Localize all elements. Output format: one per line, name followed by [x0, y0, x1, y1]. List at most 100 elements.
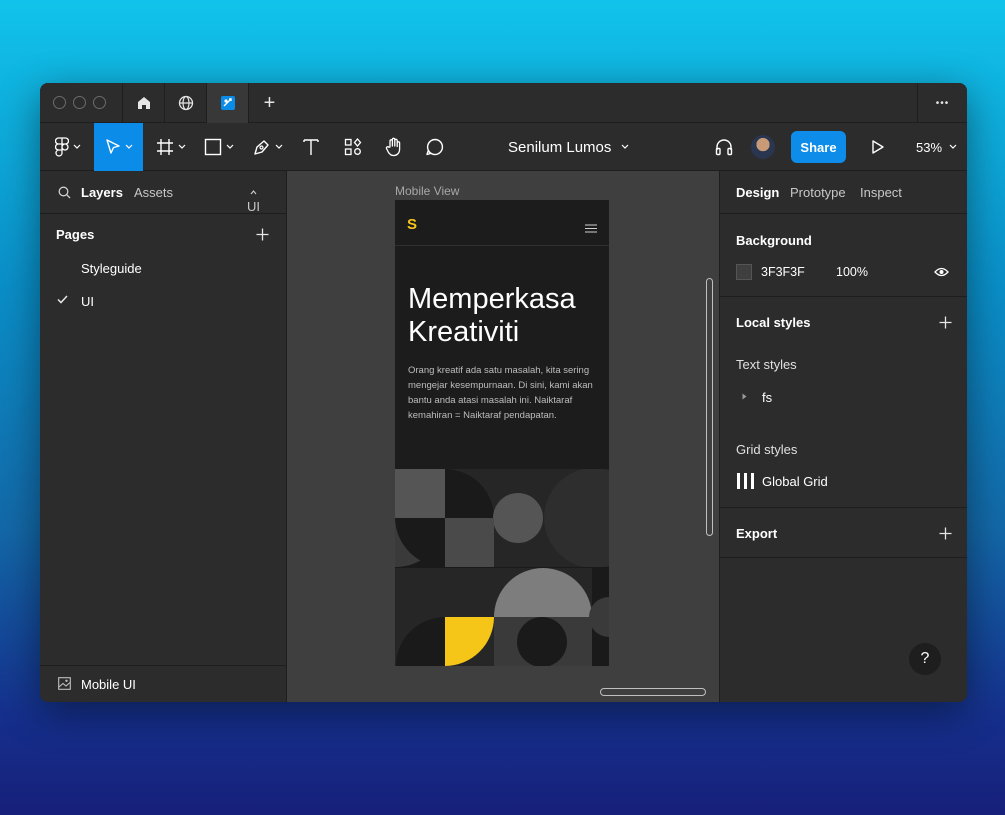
- toolbar: Senilum Lumos Share 53%: [40, 123, 967, 171]
- frame-label[interactable]: Mobile View: [395, 184, 459, 198]
- grid-style-name: Global Grid: [762, 474, 828, 489]
- tab-design[interactable]: Design: [736, 185, 779, 200]
- tab-current-file[interactable]: [206, 83, 248, 123]
- help-button[interactable]: ?: [909, 643, 941, 675]
- chevron-down-icon: [226, 144, 234, 149]
- hero-title: Memperkasa Kreativiti: [408, 283, 603, 349]
- zoom-menu[interactable]: 53%: [916, 123, 957, 171]
- search-icon[interactable]: [58, 186, 71, 199]
- text-styles-title: Text styles: [736, 357, 797, 372]
- layer-name: Mobile UI: [81, 677, 136, 692]
- home-icon: [137, 97, 150, 109]
- layer-row-mobile-ui[interactable]: Mobile UI: [40, 665, 287, 702]
- geometric-pattern-illustration: [395, 469, 609, 666]
- add-page-icon[interactable]: [256, 228, 269, 241]
- chevron-down-icon: [949, 144, 957, 149]
- grid-styles-title: Grid styles: [736, 442, 798, 457]
- vertical-scrollbar[interactable]: [706, 278, 713, 536]
- hero-description: Orang kreatif ada satu masalah, kita ser…: [408, 365, 593, 421]
- tab-community[interactable]: [164, 83, 206, 123]
- hamburger-menu-icon: [585, 224, 597, 233]
- page-item-ui[interactable]: UI: [81, 294, 94, 309]
- add-style-icon[interactable]: [939, 316, 952, 329]
- canvas[interactable]: Mobile View S Memperkasa Kreativiti Oran…: [287, 171, 719, 702]
- more-options-button[interactable]: •••: [917, 83, 967, 123]
- horizontal-scrollbar[interactable]: [600, 688, 706, 696]
- text-style-item[interactable]: fs: [736, 385, 952, 409]
- headphones-icon: [715, 139, 733, 156]
- figma-logo-icon: [55, 137, 69, 157]
- chevron-down-icon: [178, 144, 186, 149]
- tab-prototype[interactable]: Prototype: [790, 185, 846, 200]
- shape-tool-button[interactable]: [198, 123, 240, 171]
- cursor-icon: [105, 139, 120, 154]
- right-panel: Design Prototype Inspect Background 3F3F…: [719, 171, 967, 702]
- grid-style-item[interactable]: Global Grid: [736, 469, 952, 493]
- left-panel: Layers Assets UI Pages Styleguide UI Mob…: [40, 171, 287, 702]
- mobile-frame[interactable]: S Memperkasa Kreativiti Orang kreatif ad…: [395, 200, 609, 666]
- phone-header: S: [395, 200, 609, 246]
- chevron-up-icon: [250, 190, 257, 195]
- frame-icon: [157, 139, 173, 155]
- background-hex-input[interactable]: 3F3F3F: [761, 265, 805, 279]
- hand-tool-button[interactable]: [379, 123, 409, 171]
- hand-icon: [385, 137, 401, 157]
- user-avatar[interactable]: [751, 135, 775, 159]
- rectangle-icon: [204, 138, 222, 156]
- play-icon: [872, 140, 884, 154]
- chevron-down-icon: [73, 144, 81, 149]
- image-layer-icon: [58, 677, 71, 690]
- hero-title-line: Kreativiti: [408, 316, 520, 348]
- tab-inspect[interactable]: Inspect: [860, 185, 902, 200]
- frame-tool-button[interactable]: [150, 123, 192, 171]
- left-panel-tabs: Layers Assets UI: [40, 171, 287, 214]
- local-styles-section: Local styles Text styles fs Grid styles …: [720, 297, 967, 508]
- brand-logo: S: [407, 216, 418, 233]
- tab-assets[interactable]: Assets: [134, 185, 173, 200]
- pages-header: Pages: [56, 227, 95, 242]
- comment-tool-button[interactable]: [420, 123, 450, 171]
- move-tool-button[interactable]: [94, 123, 143, 171]
- figma-window: + ••• Senilum Lumos Share 53% Layers Ass…: [40, 83, 967, 702]
- local-styles-title: Local styles: [736, 315, 811, 330]
- background-color-swatch[interactable]: [736, 264, 752, 280]
- file-name: Senilum Lumos: [508, 138, 612, 156]
- pen-icon: [254, 140, 269, 155]
- page-label: Styleguide: [81, 261, 142, 276]
- text-style-name: fs: [762, 390, 773, 405]
- audio-button[interactable]: [709, 123, 739, 171]
- page-switcher[interactable]: UI: [247, 185, 260, 214]
- eye-icon[interactable]: [934, 267, 949, 277]
- export-title: Export: [736, 526, 778, 541]
- chevron-down-icon: [125, 144, 132, 149]
- text-icon: [303, 139, 319, 155]
- close-window-button[interactable]: [53, 96, 66, 109]
- present-button[interactable]: [863, 123, 893, 171]
- main-menu-button[interactable]: [48, 123, 88, 171]
- background-opacity-input[interactable]: 100%: [836, 265, 868, 279]
- minimize-window-button[interactable]: [73, 96, 86, 109]
- components-icon: [344, 138, 362, 156]
- tab-home[interactable]: [122, 83, 164, 123]
- tab-bar: + •••: [40, 83, 967, 123]
- tab-layers[interactable]: Layers: [81, 185, 123, 200]
- add-export-icon[interactable]: [939, 527, 952, 540]
- plus-icon: +: [263, 91, 276, 114]
- comment-icon: [426, 138, 444, 156]
- maximize-window-button[interactable]: [93, 96, 106, 109]
- text-tool-button[interactable]: [296, 123, 326, 171]
- new-tab-button[interactable]: +: [248, 83, 290, 123]
- grid-columns-icon: [737, 473, 754, 489]
- share-button[interactable]: Share: [791, 131, 846, 163]
- chevron-down-icon: [621, 144, 629, 149]
- file-name-menu[interactable]: Senilum Lumos: [508, 123, 629, 171]
- page-item-styleguide[interactable]: Styleguide: [81, 261, 142, 276]
- resources-button[interactable]: [338, 123, 368, 171]
- pen-tool-button[interactable]: [247, 123, 289, 171]
- export-section: Export: [720, 508, 967, 558]
- check-icon: [57, 295, 68, 304]
- right-panel-tabs: Design Prototype Inspect: [720, 171, 967, 214]
- zoom-level: 53%: [916, 139, 943, 155]
- globe-icon: [178, 95, 193, 111]
- background-title: Background: [736, 233, 812, 248]
